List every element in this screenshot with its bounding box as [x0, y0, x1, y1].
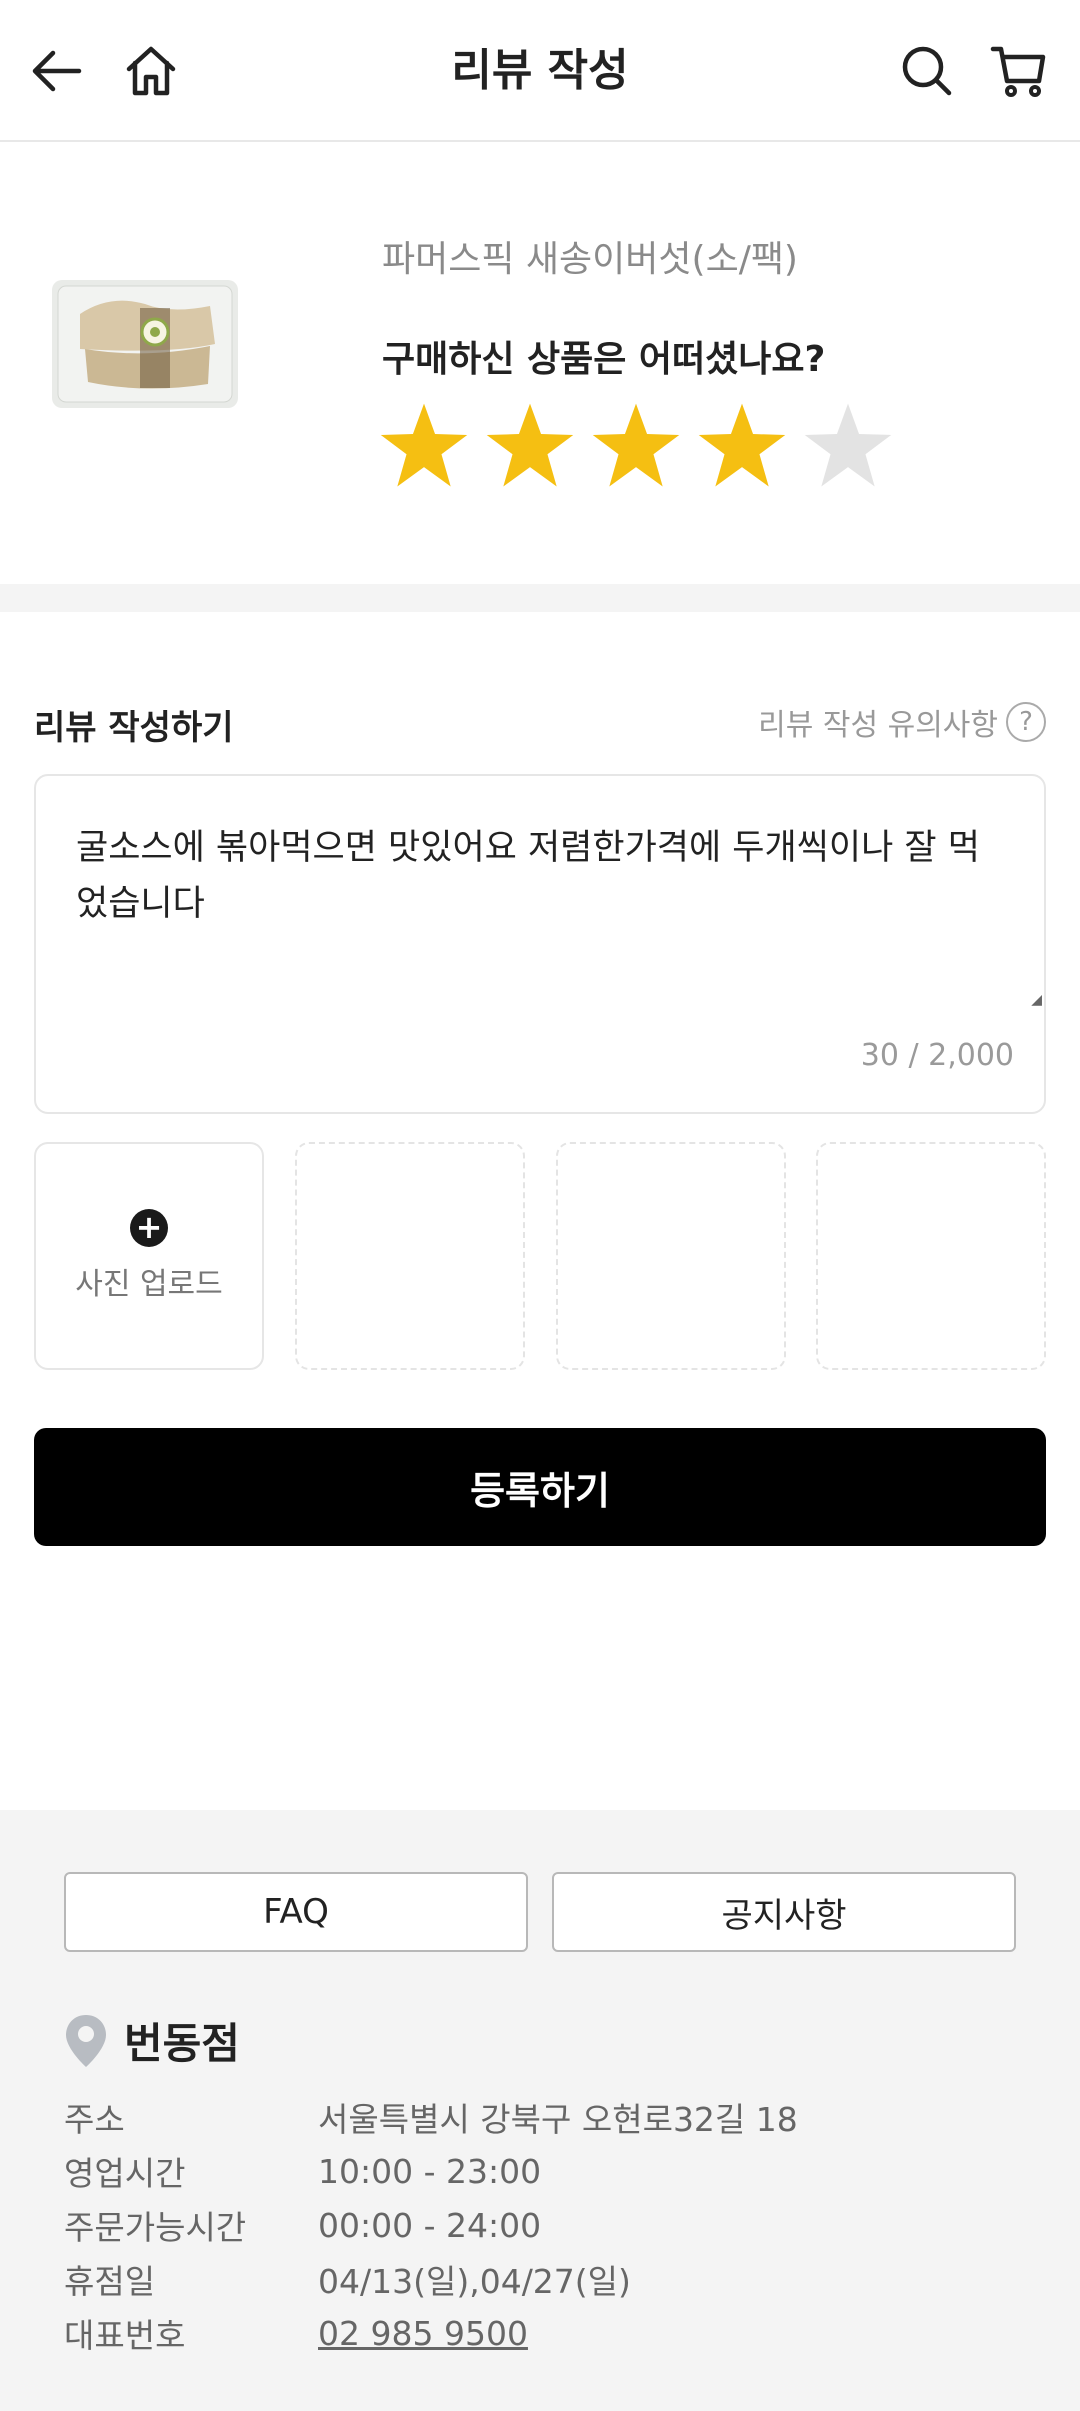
info-key: 주문가능시간: [64, 2208, 247, 2247]
submit-button[interactable]: 등록하기: [34, 1428, 1046, 1546]
plus-icon: +: [130, 1209, 168, 1247]
info-value: 00:00 - 24:00: [318, 2205, 542, 2245]
cart-button[interactable]: [984, 36, 1054, 106]
info-value: 서울특별시 강북구 오현로32길 18: [318, 2100, 798, 2139]
product-section: 파머스픽 새송이버섯(소/팩) 구매하신 상품은 어떠셨나요?: [0, 144, 1080, 584]
search-button[interactable]: [892, 36, 962, 106]
faq-button[interactable]: FAQ: [64, 1872, 528, 1952]
info-value: 04/13(일),04/27(일): [318, 2262, 631, 2301]
resize-handle-icon[interactable]: ◢: [1031, 972, 1042, 1028]
rating-question: 구매하신 상품은 어떠셨나요?: [382, 339, 826, 380]
info-row-hours: 영업시간 10:00 - 23:00: [64, 2144, 798, 2198]
review-textarea[interactable]: 굴소스에 볶아먹으면 맛있어요 저렴한가격에 두개씩이나 잘 먹었습니다 ◢ 3…: [34, 774, 1046, 1114]
photo-slot: [295, 1142, 525, 1370]
star-filled-icon[interactable]: [378, 400, 470, 492]
store-header: 번동점: [64, 2010, 240, 2071]
review-notice-link[interactable]: 리뷰 작성 유의사항 ?: [758, 700, 1046, 744]
location-pin-icon: [66, 2014, 106, 2067]
info-row-phone: 대표번호 02 985 9500: [64, 2306, 798, 2360]
review-notice-label: 리뷰 작성 유의사항: [758, 708, 998, 743]
home-icon: [126, 46, 176, 96]
cart-icon: [990, 46, 1046, 97]
product-thumbnail: [52, 280, 238, 408]
photo-slot: [816, 1142, 1046, 1370]
review-section-label: 리뷰 작성하기: [34, 708, 234, 748]
section-divider: [0, 584, 1080, 612]
notice-button[interactable]: 공지사항: [552, 1872, 1016, 1952]
help-icon: ?: [1006, 702, 1046, 742]
star-empty-icon[interactable]: [802, 400, 894, 492]
review-text: 굴소스에 볶아먹으면 맛있어요 저렴한가격에 두개씩이나 잘 먹었습니다: [76, 828, 980, 924]
store-info: 주소 서울특별시 강북구 오현로32길 18 영업시간 10:00 - 23:0…: [64, 2090, 798, 2360]
back-button[interactable]: [22, 36, 92, 106]
star-filled-icon[interactable]: [590, 400, 682, 492]
search-icon: [902, 46, 952, 96]
info-key: 주소: [64, 2100, 125, 2139]
arrow-left-icon: [32, 50, 82, 92]
footer: FAQ 공지사항 번동점 주소 서울특별시 강북구 오현로32길 18 영업시간…: [0, 1810, 1080, 2411]
store-name: 번동점: [124, 2019, 240, 2068]
star-filled-icon[interactable]: [484, 400, 576, 492]
star-rating: [378, 400, 894, 492]
info-key: 대표번호: [64, 2316, 186, 2355]
info-key: 영업시간: [64, 2154, 186, 2193]
info-key: 휴점일: [64, 2262, 156, 2301]
phone-link[interactable]: 02 985 9500: [318, 2314, 528, 2353]
photo-upload-label: 사진 업로드: [75, 1267, 223, 1302]
photo-upload-button[interactable]: + 사진 업로드: [34, 1142, 264, 1370]
info-value: 10:00 - 23:00: [318, 2151, 542, 2191]
header-bar: 리뷰 작성: [0, 0, 1080, 142]
info-row-closed-days: 휴점일 04/13(일),04/27(일): [64, 2252, 798, 2306]
photo-slot: [556, 1142, 786, 1370]
product-name: 파머스픽 새송이버섯(소/팩): [382, 239, 798, 280]
home-button[interactable]: [116, 36, 186, 106]
info-row-address: 주소 서울특별시 강북구 오현로32길 18: [64, 2090, 798, 2144]
info-row-order-hours: 주문가능시간 00:00 - 24:00: [64, 2198, 798, 2252]
char-counter: 30 / 2,000: [860, 1038, 1014, 1073]
star-filled-icon[interactable]: [696, 400, 788, 492]
